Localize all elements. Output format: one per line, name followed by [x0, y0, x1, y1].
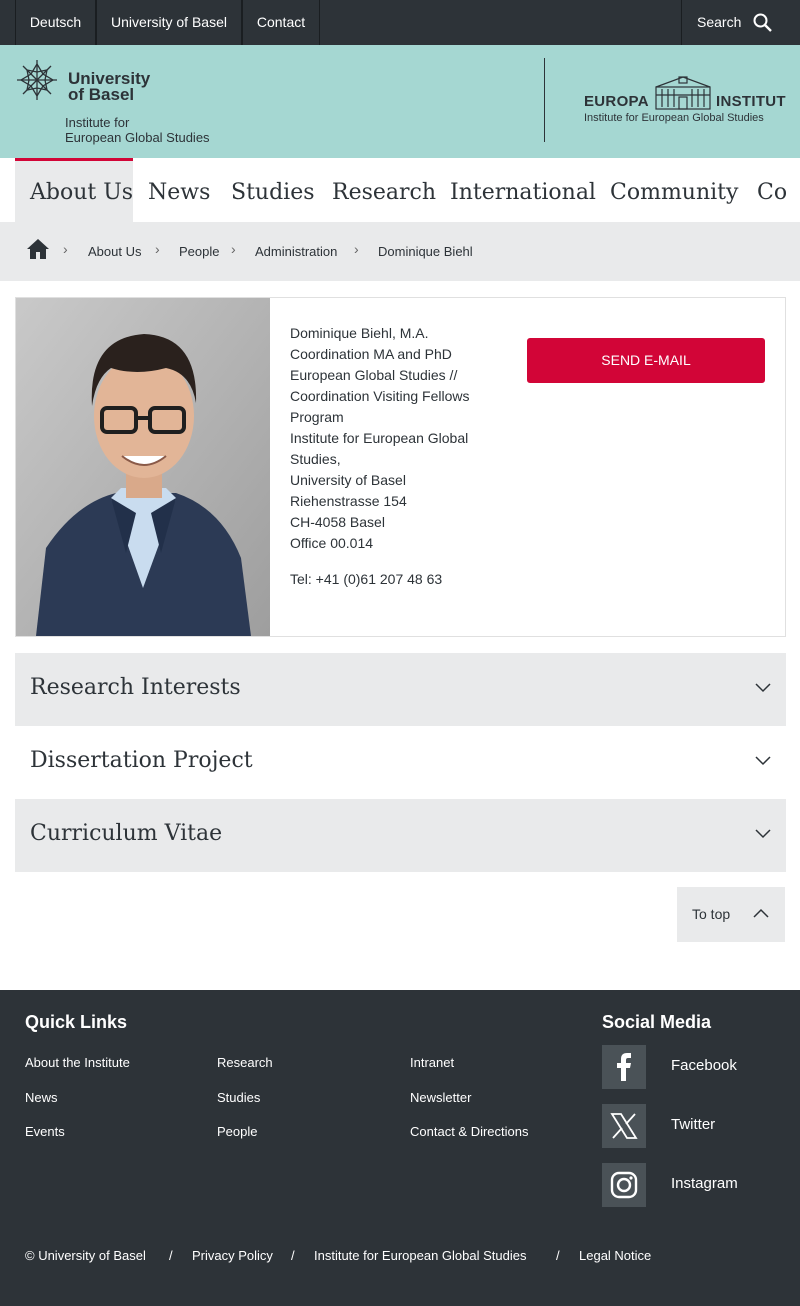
- to-top-button[interactable]: To top: [677, 887, 785, 942]
- site-footer: Quick Links About the Institute Research…: [0, 990, 800, 1306]
- phone-number[interactable]: Tel: +41 (0)61 207 48 63: [290, 569, 480, 590]
- footer-separator: /: [291, 1248, 295, 1263]
- nav-item-about-us[interactable]: About Us: [15, 158, 133, 222]
- accordion-dissertation-project[interactable]: Dissertation Project: [15, 726, 786, 799]
- chevron-down-icon: [755, 683, 771, 693]
- institute-link[interactable]: Institute for European Global Studies: [314, 1248, 526, 1263]
- search-button[interactable]: Search: [681, 0, 800, 45]
- person-photo: [16, 298, 270, 636]
- europa-logo-right-text: INSTITUT: [716, 93, 786, 110]
- accordion-curriculum-vitae[interactable]: Curriculum Vitae: [15, 799, 786, 872]
- breadcrumb-current: Dominique Biehl: [378, 244, 473, 259]
- breadcrumb-people[interactable]: People: [179, 244, 219, 259]
- university-logo-icon[interactable]: [15, 58, 59, 102]
- portrait-illustration: [16, 298, 270, 636]
- facebook-link[interactable]: Facebook: [671, 1057, 737, 1074]
- footer-link[interactable]: Contact & Directions: [410, 1124, 529, 1139]
- person-role-line: Coordination Visiting Fellows: [290, 388, 470, 404]
- privacy-policy-link[interactable]: Privacy Policy: [192, 1248, 273, 1263]
- instagram-icon[interactable]: [602, 1163, 646, 1207]
- address-line: Studies,: [290, 451, 341, 467]
- institute-name-line1: Institute for: [65, 115, 130, 130]
- accordion-research-interests[interactable]: Research Interests: [15, 653, 786, 726]
- chevron-down-icon: [755, 829, 771, 839]
- university-name[interactable]: University of Basel: [68, 70, 150, 104]
- address-line: Riehenstrasse 154: [290, 493, 407, 509]
- legal-notice-link[interactable]: Legal Notice: [579, 1248, 651, 1263]
- footer-link[interactable]: Research: [217, 1055, 273, 1070]
- person-card: Dominique Biehl, M.A. Coordination MA an…: [15, 297, 786, 637]
- search-icon: [753, 13, 772, 32]
- address-line: CH-4058 Basel: [290, 514, 385, 530]
- breadcrumb-about-us[interactable]: About Us: [88, 244, 141, 259]
- europa-logo-left-text: EUROPA: [584, 93, 649, 110]
- person-role-line: European Global Studies //: [290, 367, 458, 383]
- footer-link[interactable]: Events: [25, 1124, 65, 1139]
- chevron-up-icon: [753, 908, 769, 918]
- nav-item-international[interactable]: International: [450, 158, 596, 222]
- facebook-icon[interactable]: [602, 1045, 646, 1089]
- home-icon[interactable]: [26, 238, 50, 260]
- nav-item-cut-off[interactable]: Co: [757, 158, 787, 222]
- footer-separator: /: [556, 1248, 560, 1263]
- nav-item-research[interactable]: Research: [332, 158, 436, 222]
- address-line: University of Basel: [290, 472, 406, 488]
- social-media-title: Social Media: [602, 1012, 712, 1032]
- footer-link[interactable]: Intranet: [410, 1055, 454, 1070]
- to-top-label: To top: [692, 906, 731, 922]
- footer-separator: /: [169, 1248, 173, 1263]
- person-name: Dominique Biehl, M.A.: [290, 325, 429, 341]
- header-divider: [544, 58, 545, 142]
- university-name-line2: of Basel: [68, 85, 135, 104]
- site-header: University of Basel Institute for Europe…: [0, 45, 800, 158]
- send-email-button[interactable]: SEND E-MAIL: [527, 338, 765, 383]
- top-bar: Deutsch University of Basel Contact Sear…: [0, 0, 800, 45]
- footer-link[interactable]: People: [217, 1124, 257, 1139]
- accordion-title: Curriculum Vitae: [30, 821, 223, 846]
- accordion-title: Dissertation Project: [30, 748, 253, 773]
- chevron-right-icon: ›: [231, 241, 236, 257]
- search-label: Search: [697, 14, 742, 30]
- contact-link[interactable]: Contact: [242, 0, 320, 45]
- address-line: Institute for European Global: [290, 430, 469, 446]
- quick-links-title: Quick Links: [25, 1012, 128, 1032]
- chevron-right-icon: ›: [155, 241, 160, 257]
- main-navigation: About Us News Studies Research Internati…: [0, 158, 800, 222]
- institute-name-line2: European Global Studies: [65, 130, 210, 145]
- footer-link[interactable]: About the Institute: [25, 1055, 130, 1070]
- university-link[interactable]: University of Basel: [96, 0, 242, 45]
- person-role-line: Coordination MA and PhD: [290, 346, 452, 362]
- footer-link[interactable]: Studies: [217, 1090, 260, 1105]
- copyright-link[interactable]: © University of Basel: [25, 1248, 146, 1263]
- europa-logo-subtitle: Institute for European Global Studies: [584, 112, 764, 124]
- nav-item-community[interactable]: Community: [610, 158, 738, 222]
- breadcrumb-administration[interactable]: Administration: [255, 244, 337, 259]
- chevron-down-icon: [755, 756, 771, 766]
- address-line: Office 00.014: [290, 535, 374, 551]
- footer-link[interactable]: News: [25, 1090, 58, 1105]
- chevron-right-icon: ›: [63, 241, 68, 257]
- person-role-line: Program: [290, 409, 344, 425]
- europa-building-icon: [655, 76, 711, 110]
- chevron-right-icon: ›: [354, 241, 359, 257]
- breadcrumb: › About Us › People › Administration › D…: [0, 222, 800, 281]
- institute-name[interactable]: Institute for European Global Studies: [65, 115, 210, 145]
- twitter-link[interactable]: Twitter: [671, 1116, 715, 1133]
- nav-item-news[interactable]: News: [148, 158, 210, 222]
- instagram-link[interactable]: Instagram: [671, 1175, 738, 1192]
- nav-item-studies[interactable]: Studies: [231, 158, 315, 222]
- accordion-title: Research Interests: [30, 675, 241, 700]
- contact-details: Dominique Biehl, M.A. Coordination MA an…: [290, 323, 480, 590]
- footer-link[interactable]: Newsletter: [410, 1090, 471, 1105]
- language-link-deutsch[interactable]: Deutsch: [15, 0, 96, 45]
- twitter-x-icon[interactable]: [602, 1104, 646, 1148]
